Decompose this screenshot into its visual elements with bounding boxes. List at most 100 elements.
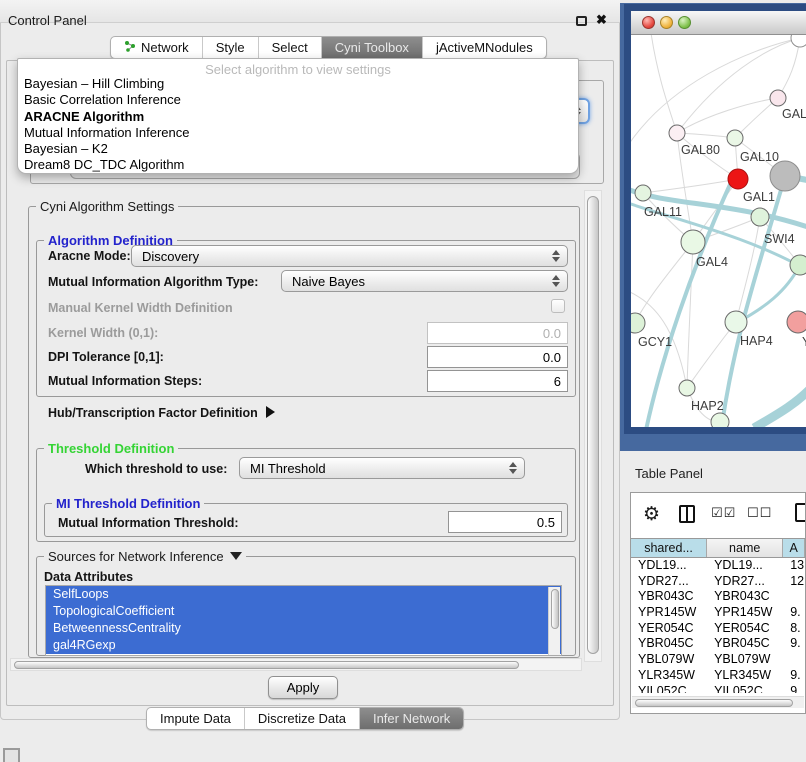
algorithm-option[interactable]: Basic Correlation Inference	[18, 92, 578, 108]
tab-network[interactable]: Network	[111, 37, 203, 58]
kernel-width-field[interactable]: 0.0	[427, 322, 568, 344]
tab-select[interactable]: Select	[259, 37, 322, 58]
algorithm-option[interactable]: ARACNE Algorithm	[18, 109, 578, 125]
scrollbar-thumb[interactable]	[587, 196, 599, 654]
node-gal80[interactable]	[669, 125, 685, 141]
node-label[interactable]: SWI4	[764, 232, 795, 246]
combo-stepper-icon	[552, 275, 560, 287]
node[interactable]	[790, 255, 806, 275]
node-gal1-selected[interactable]	[728, 169, 748, 189]
table-row[interactable]: YER054CYER054C8.	[631, 621, 805, 637]
network-canvas[interactable]: GAL GAL80 GAL10 GAL1 GAL11 SWI4 GAL4 GCY1 HAP4 Y H…	[631, 35, 806, 427]
tab-style[interactable]: Style	[203, 37, 259, 58]
attribute-item[interactable]: TopologicalCoefficient	[46, 603, 561, 620]
node-gal4[interactable]	[681, 230, 705, 254]
table-row[interactable]: YDR27...YDR27...12	[631, 574, 805, 590]
minimize-traffic-light-icon[interactable]	[660, 16, 673, 29]
attribute-item[interactable]: SelfLoops	[46, 586, 561, 603]
group-title: MI Threshold Definition	[52, 496, 204, 511]
dpi-tolerance-field[interactable]: 0.0	[427, 346, 568, 368]
table-cell: 9.	[783, 636, 805, 652]
node-swi4[interactable]	[751, 208, 769, 226]
apply-button[interactable]: Apply	[268, 676, 338, 699]
node-label[interactable]: GAL80	[681, 143, 720, 157]
node-label[interactable]: Y	[802, 335, 806, 349]
table-row[interactable]: YPR145WYPR145W9.	[631, 605, 805, 621]
network-window-titlebar[interactable]	[631, 11, 806, 35]
attribute-item[interactable]: gal4RGexp	[46, 637, 561, 654]
column-header[interactable]: A	[783, 539, 805, 557]
scrollbar-thumb[interactable]	[635, 699, 793, 707]
table-row[interactable]: YBR043CYBR043C	[631, 589, 805, 605]
node[interactable]	[770, 90, 786, 106]
tab-cyni-toolbox[interactable]: Cyni Toolbox	[322, 37, 423, 58]
node-gcy1[interactable]	[631, 313, 645, 333]
attribute-item[interactable]: BetweennessCentrality	[46, 620, 561, 637]
table-row[interactable]: YBR045CYBR045C9.	[631, 636, 805, 652]
close-traffic-light-icon[interactable]	[642, 16, 655, 29]
data-attributes-list[interactable]: SelfLoopsTopologicalCoefficientBetweenne…	[45, 585, 562, 656]
node[interactable]	[791, 35, 806, 47]
new-table-icon[interactable]	[795, 503, 806, 522]
settings-horizontal-scrollbar[interactable]	[10, 658, 582, 671]
sources-toggle[interactable]: Sources for Network Inference	[44, 549, 246, 564]
node[interactable]	[787, 311, 806, 333]
table-row[interactable]: YBL079WYBL079W	[631, 652, 805, 668]
mi-steps-field[interactable]: 6	[427, 370, 568, 392]
minimized-panel-icon[interactable]	[3, 748, 20, 762]
node-label[interactable]: GAL	[782, 107, 806, 121]
table-row[interactable]: YDL19...YDL19...13	[631, 558, 805, 574]
table-row[interactable]: YIL052CYIL052C9.	[631, 684, 805, 694]
node-label[interactable]: HAP2	[691, 399, 724, 413]
column-header[interactable]: shared...	[631, 539, 707, 557]
network-view-window[interactable]: GAL GAL80 GAL10 GAL1 GAL11 SWI4 GAL4 GCY1 HAP4 Y H…	[624, 4, 806, 434]
column-header-label: name	[729, 541, 760, 555]
algorithm-option[interactable]: Bayesian – Hill Climbing	[18, 76, 578, 92]
algorithm-option[interactable]: Bayesian – K2	[18, 141, 578, 157]
mi-type-combo[interactable]: Naive Bayes	[281, 270, 568, 292]
column-browser-icon[interactable]	[679, 505, 695, 523]
zoom-traffic-light-icon[interactable]	[678, 16, 691, 29]
close-icon[interactable]: ✖	[596, 12, 607, 28]
tab-label: Select	[272, 40, 308, 55]
node-label[interactable]: GCY1	[638, 335, 672, 349]
aracne-mode-combo[interactable]: Discovery	[131, 245, 568, 267]
list-scrollbar[interactable]	[548, 587, 560, 656]
node-label[interactable]: GAL11	[644, 205, 682, 219]
algorithm-option[interactable]: Dream8 DC_TDC Algorithm	[18, 157, 578, 173]
tab-label: Infer Network	[373, 711, 450, 726]
which-threshold-combo[interactable]: MI Threshold	[239, 457, 525, 479]
node-label[interactable]: GAL4	[696, 255, 728, 269]
node-gal11[interactable]	[635, 185, 651, 201]
tab-jactivemnodules[interactable]: jActiveMNodules	[423, 37, 546, 58]
node[interactable]	[711, 413, 729, 427]
scrollbar-thumb[interactable]	[551, 589, 559, 629]
node-label[interactable]: GAL1	[743, 190, 775, 204]
node-label[interactable]: GAL10	[740, 150, 779, 164]
node-large-gray[interactable]	[770, 161, 800, 191]
column-header[interactable]: name	[707, 539, 783, 557]
table-cell: 8.	[783, 621, 805, 637]
expand-arrow-icon	[266, 406, 275, 418]
algorithm-option[interactable]: Mutual Information Inference	[18, 125, 578, 141]
control-panel-titlebar	[0, 0, 620, 23]
tab-impute-data[interactable]: Impute Data	[147, 708, 245, 729]
table-row[interactable]: YLR345WYLR345W9.	[631, 668, 805, 684]
node-gal10[interactable]	[727, 130, 743, 146]
gear-icon[interactable]: ⚙	[643, 503, 660, 525]
node-hap4[interactable]	[725, 311, 747, 333]
tab-infer-network[interactable]: Infer Network	[360, 708, 463, 729]
unselect-all-checkboxes-icon[interactable]: ☐☐	[747, 506, 772, 521]
table-cell: YER054C	[631, 621, 707, 637]
settings-vertical-scrollbar[interactable]	[584, 190, 602, 662]
tab-discretize-data[interactable]: Discretize Data	[245, 708, 360, 729]
table-horizontal-scrollbar[interactable]	[632, 696, 804, 708]
hub-definition-toggle[interactable]: Hub/Transcription Factor Definition	[48, 406, 275, 420]
select-all-checkboxes-icon[interactable]: ☑☑	[711, 506, 736, 521]
node-hap2[interactable]	[679, 380, 695, 396]
mi-threshold-field[interactable]: 0.5	[448, 511, 562, 533]
float-window-icon[interactable]	[576, 16, 587, 26]
scrollbar-thumb[interactable]	[14, 661, 519, 669]
manual-kernel-checkbox[interactable]	[551, 299, 565, 313]
node-label[interactable]: HAP4	[740, 334, 773, 348]
